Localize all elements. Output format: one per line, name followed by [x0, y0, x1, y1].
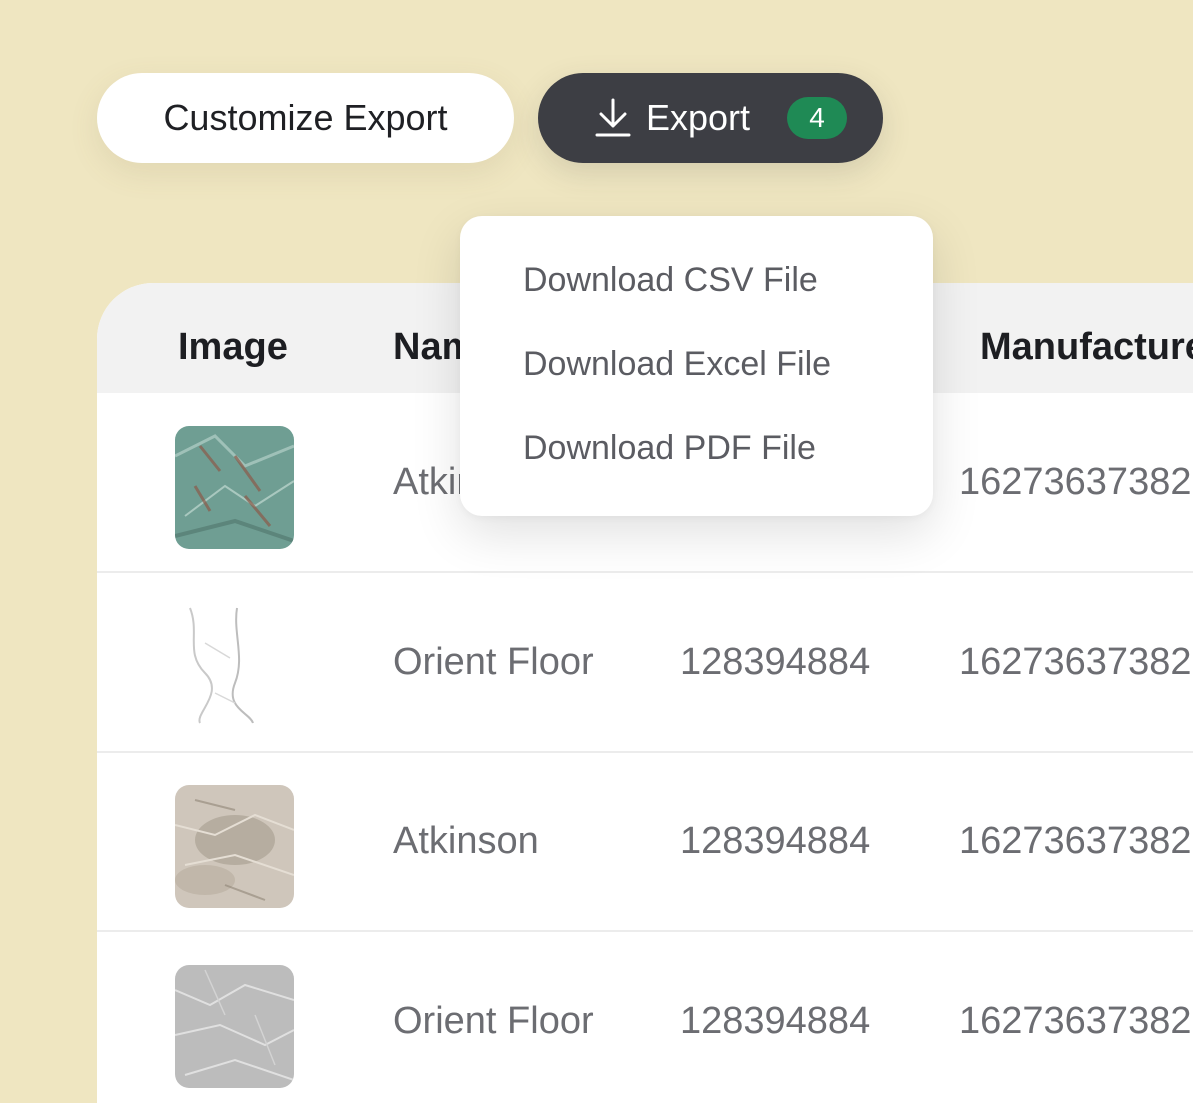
table-row[interactable]: Orient Floor 128394884 162736373829 — [97, 932, 1193, 1103]
table-row[interactable]: Atkinson 128394884 162736373829 — [97, 752, 1193, 932]
row-name: Atkinson — [393, 820, 539, 862]
green-marble-thumbnail — [175, 426, 294, 549]
row-code: 128394884 — [680, 641, 871, 683]
header-manufacturer: Manufacturer — [980, 326, 1193, 368]
export-label: Export — [646, 97, 751, 138]
row-manufacturer: 162736373829 — [959, 641, 1193, 683]
white-marble-thumbnail — [175, 603, 294, 726]
export-button[interactable]: Export 4 — [538, 73, 883, 163]
grey-marble-thumbnail — [175, 965, 294, 1088]
row-code: 128394884 — [680, 1000, 871, 1042]
row-code: 128394884 — [680, 820, 871, 862]
download-csv-menu-item[interactable]: Download CSV File — [523, 261, 818, 300]
row-manufacturer: 162736373829 — [959, 1000, 1193, 1042]
export-count-badge: 4 — [787, 97, 847, 139]
download-icon — [595, 98, 631, 137]
customize-export-button[interactable]: Customize Export — [97, 73, 514, 163]
row-name: Orient Floor — [393, 641, 594, 683]
download-pdf-menu-item[interactable]: Download PDF File — [523, 429, 816, 468]
table-row[interactable]: Orient Floor 128394884 162736373829 — [97, 573, 1193, 753]
download-excel-menu-item[interactable]: Download Excel File — [523, 345, 831, 384]
beige-marble-thumbnail — [175, 785, 294, 908]
row-manufacturer: 162736373829 — [959, 461, 1193, 503]
header-image: Image — [178, 326, 288, 368]
customize-export-label: Customize Export — [163, 97, 448, 138]
row-name: Orient Floor — [393, 1000, 594, 1042]
export-dropdown-menu: Download CSV File Download Excel File Do… — [460, 216, 933, 516]
row-manufacturer: 162736373829 — [959, 820, 1193, 862]
